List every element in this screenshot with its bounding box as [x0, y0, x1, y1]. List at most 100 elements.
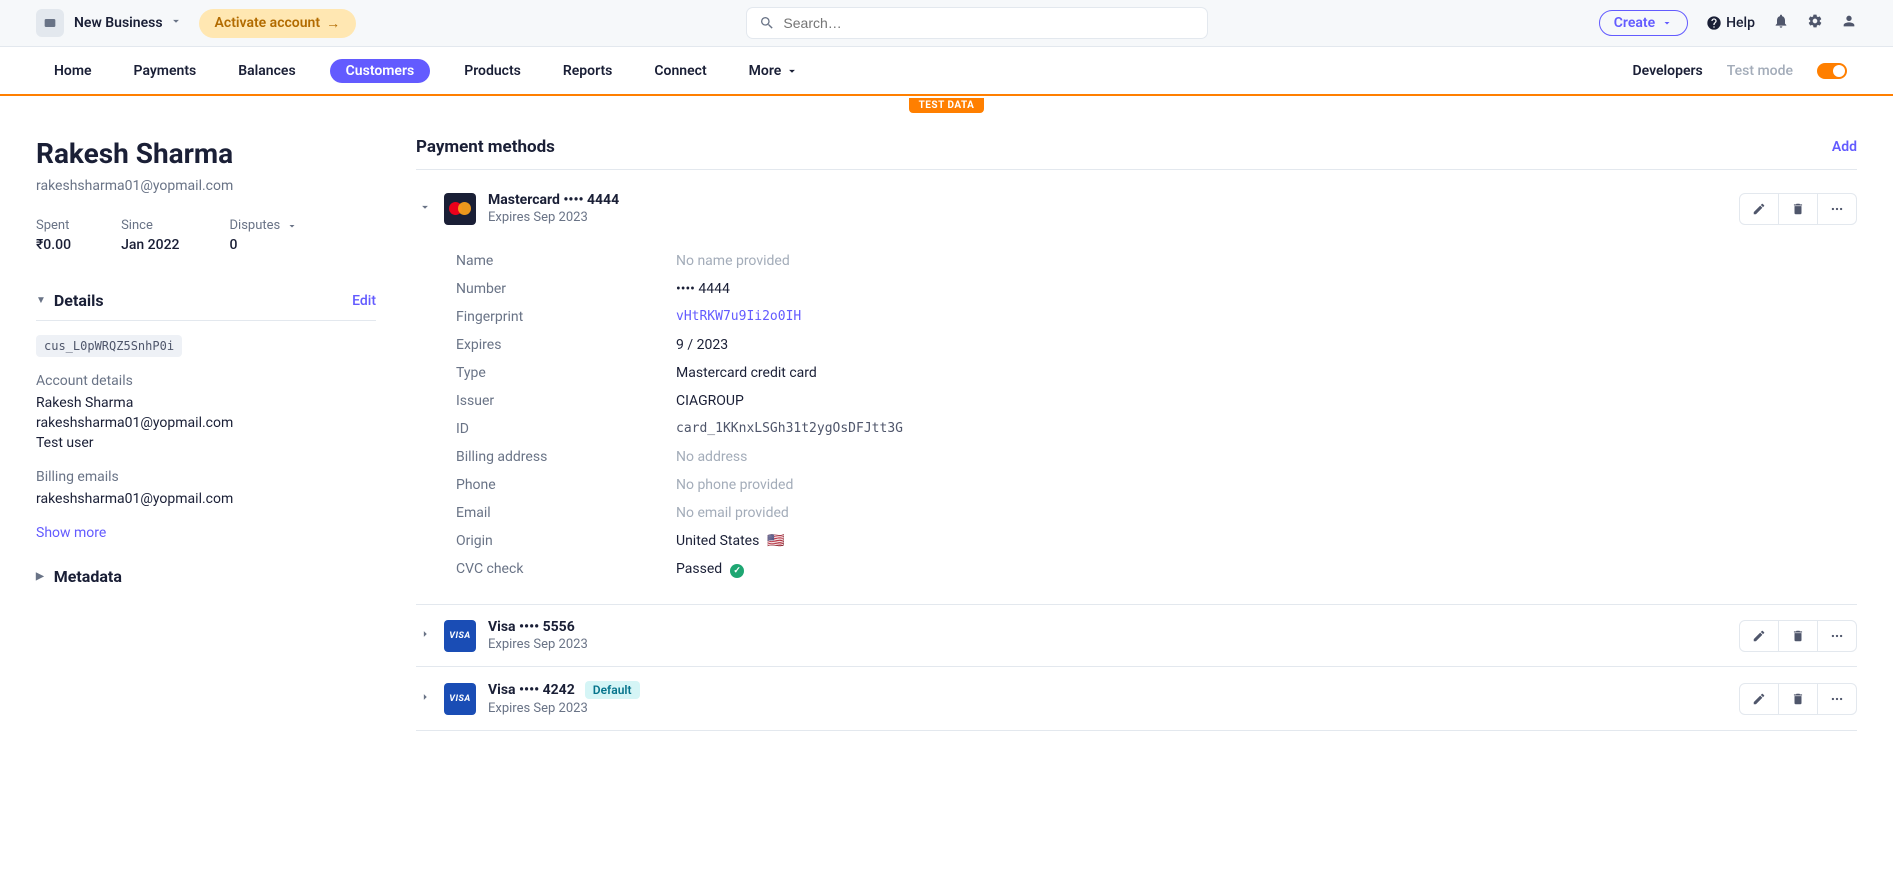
billing-email: rakeshsharma01@yopmail.com [36, 491, 376, 507]
settings-icon[interactable] [1807, 13, 1823, 33]
chevron-down-icon [1661, 17, 1673, 29]
nav-reports[interactable]: Reports [555, 59, 621, 83]
pm-number-label: Number [456, 281, 676, 297]
pm-actions [1739, 620, 1857, 652]
pm-billing-value: No address [676, 449, 747, 465]
payment-method-row: VISA Visa •••• 5556 Expires Sep 2023 [416, 605, 1857, 667]
pm-fingerprint-label: Fingerprint [456, 309, 676, 325]
profile-icon[interactable] [1841, 13, 1857, 33]
pm-type-label: Type [456, 365, 676, 381]
more-pm-button[interactable] [1817, 621, 1856, 651]
brand-icon [36, 9, 64, 37]
delete-pm-button[interactable] [1778, 621, 1817, 651]
chevron-down-icon [785, 64, 799, 78]
account-details-label: Account details [36, 373, 376, 389]
test-data-badge: TEST DATA [909, 98, 985, 113]
edit-pm-button[interactable] [1740, 684, 1778, 714]
business-name[interactable]: New Business [74, 15, 163, 31]
check-circle-icon [730, 564, 744, 578]
pm-expires: Expires Sep 2023 [488, 701, 1739, 716]
payment-method-row: Mastercard •••• 4444 Expires Sep 2023 [416, 178, 1857, 239]
nav-balances[interactable]: Balances [230, 59, 303, 83]
help-icon [1706, 15, 1722, 31]
pm-expires: Expires Sep 2023 [488, 637, 1739, 652]
pm-expires-label: Expires [456, 337, 676, 353]
expand-toggle[interactable] [416, 690, 434, 708]
pm-actions [1739, 193, 1857, 225]
search-icon [759, 15, 775, 31]
us-flag-icon: 🇺🇸 [767, 533, 784, 549]
pm-fingerprint-value[interactable]: vHtRKW7u9Ii2o0IH [676, 309, 801, 325]
customer-name: Rakesh Sharma [36, 137, 376, 170]
search-field[interactable] [783, 15, 1195, 31]
delete-pm-button[interactable] [1778, 684, 1817, 714]
expand-toggle[interactable] [416, 627, 434, 645]
create-button[interactable]: Create [1599, 10, 1688, 36]
chevron-down-icon [418, 200, 432, 214]
collapse-toggle[interactable] [416, 200, 434, 218]
pm-title: Visa •••• 4242 [488, 682, 575, 698]
account-desc: Test user [36, 435, 376, 451]
edit-pm-button[interactable] [1740, 621, 1778, 651]
edit-details-button[interactable]: Edit [352, 293, 376, 309]
nav-products[interactable]: Products [456, 59, 529, 83]
pm-actions [1739, 683, 1857, 715]
create-label: Create [1614, 15, 1655, 31]
pm-expires-value: 9 / 2023 [676, 337, 728, 353]
search-input[interactable] [747, 8, 1207, 38]
main-nav: Home Payments Balances Customers Product… [0, 47, 1893, 96]
nav-home[interactable]: Home [46, 59, 100, 83]
notifications-icon[interactable] [1773, 13, 1789, 33]
default-badge: Default [585, 681, 640, 699]
pm-details: NameNo name provided Number•••• 4444 Fin… [416, 239, 1857, 605]
spent-value: ₹0.00 [36, 237, 71, 253]
nav-customers[interactable]: Customers [330, 59, 431, 83]
add-payment-method-button[interactable]: Add [1832, 139, 1857, 155]
pm-type-value: Mastercard credit card [676, 365, 817, 381]
payment-methods-panel: Payment methods Add Mastercard •••• 4444… [416, 137, 1857, 731]
pm-issuer-value: CIAGROUP [676, 393, 744, 409]
details-title: Details [54, 291, 104, 310]
account-name: Rakesh Sharma [36, 395, 376, 411]
more-pm-button[interactable] [1817, 684, 1856, 714]
pm-name-label: Name [456, 253, 676, 269]
pm-origin-label: Origin [456, 533, 676, 549]
pm-phone-value: No phone provided [676, 477, 793, 493]
show-more-button[interactable]: Show more [36, 525, 106, 541]
spent-label: Spent [36, 218, 71, 233]
pm-email-value: No email provided [676, 505, 789, 521]
details-section-toggle[interactable]: ▼ Details [36, 291, 104, 310]
triangle-right-icon: ▶ [36, 571, 44, 582]
pm-title: Visa •••• 5556 [488, 619, 1739, 635]
nav-more[interactable]: More [741, 59, 808, 83]
pm-id-value[interactable]: card_1KKnxLSGh31t2ygOsDFJtt3G [676, 421, 903, 437]
disputes-label[interactable]: Disputes [230, 218, 299, 233]
pm-origin-value: United States🇺🇸 [676, 533, 785, 549]
payment-method-row: VISA Visa •••• 4242 Default Expires Sep … [416, 667, 1857, 731]
testmode-toggle[interactable] [1817, 63, 1847, 79]
pm-id-label: ID [456, 421, 676, 437]
edit-pm-button[interactable] [1740, 194, 1778, 224]
pm-expires: Expires Sep 2023 [488, 210, 1739, 225]
nav-connect[interactable]: Connect [646, 59, 714, 83]
nav-payments[interactable]: Payments [126, 59, 205, 83]
pm-email-label: Email [456, 505, 676, 521]
metadata-section-toggle[interactable]: ▶ Metadata [36, 567, 376, 586]
help-link[interactable]: Help [1706, 15, 1755, 31]
pm-title: Mastercard •••• 4444 [488, 192, 1739, 208]
activate-account-button[interactable]: Activate account → [199, 9, 357, 38]
more-pm-button[interactable] [1817, 194, 1856, 224]
chevron-right-icon [418, 627, 432, 641]
pm-cvc-label: CVC check [456, 561, 676, 578]
customer-email: rakeshsharma01@yopmail.com [36, 178, 376, 194]
help-label: Help [1726, 15, 1755, 31]
activate-label: Activate account [215, 15, 321, 31]
nav-developers[interactable]: Developers [1633, 63, 1703, 79]
triangle-down-icon: ▼ [36, 295, 46, 306]
chevron-down-icon[interactable] [169, 14, 183, 32]
chevron-down-icon [286, 220, 298, 232]
disputes-value: 0 [230, 237, 299, 253]
pm-issuer-label: Issuer [456, 393, 676, 409]
delete-pm-button[interactable] [1778, 194, 1817, 224]
customer-id[interactable]: cus_L0pWRQZ5SnhP0i [36, 335, 182, 357]
